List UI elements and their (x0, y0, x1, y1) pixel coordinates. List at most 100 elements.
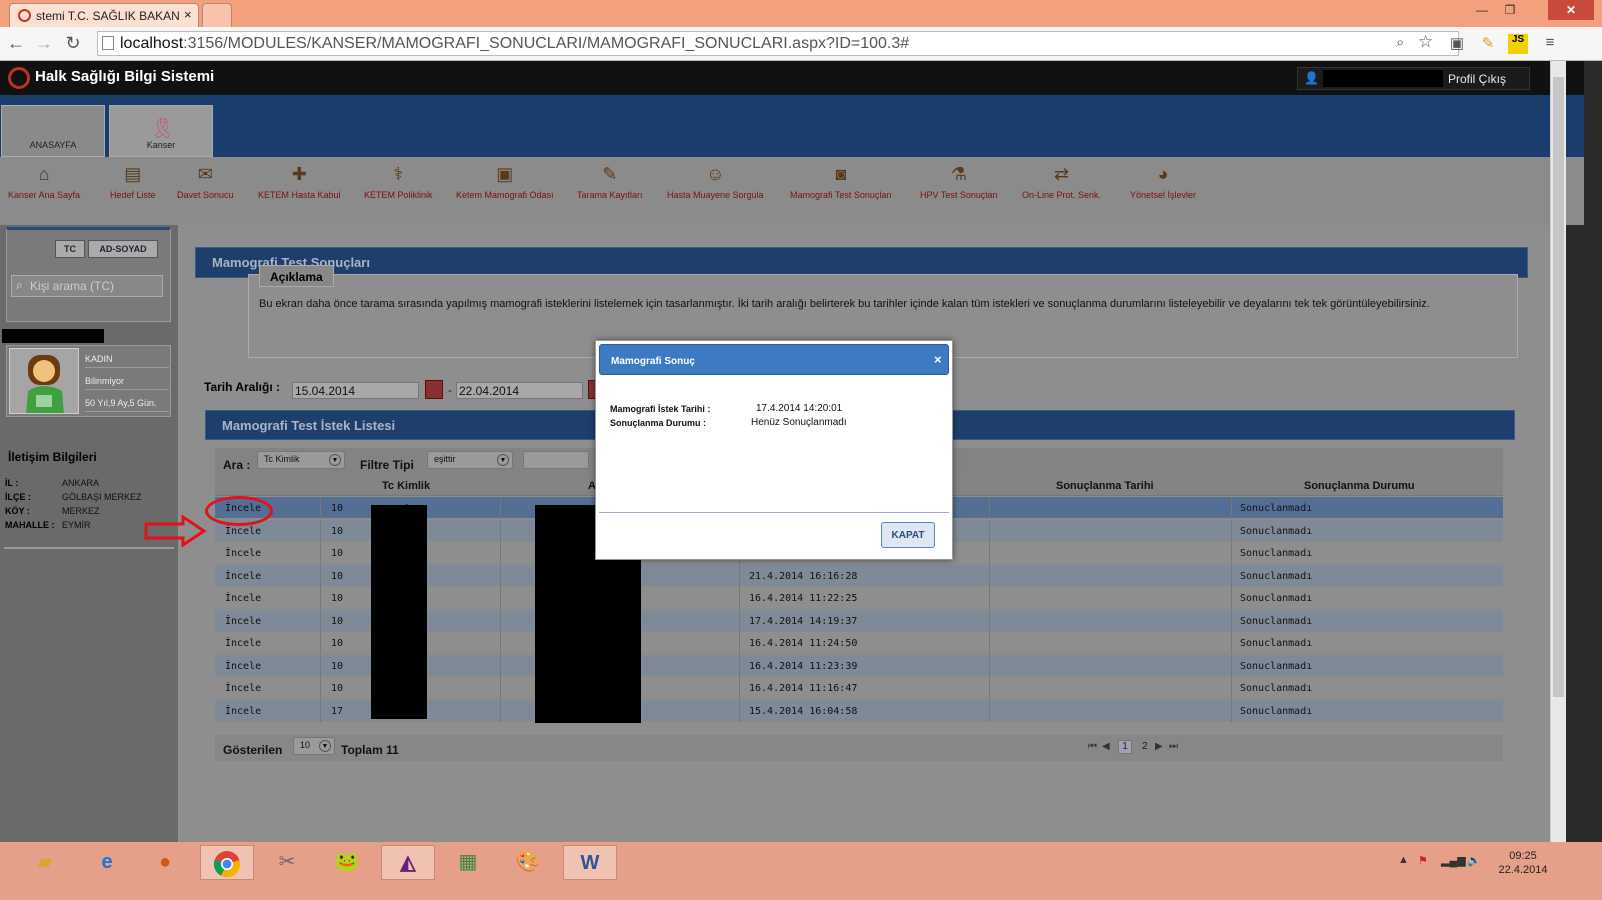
url-input[interactable]: localhost:3156/MODULES/KANSER/MAMOGRAFI_… (97, 31, 1459, 56)
dialog-close-icon[interactable]: × (934, 352, 942, 367)
incele-link[interactable]: İncele (225, 638, 261, 649)
zoom-icon[interactable]: ⌕ (1396, 34, 1404, 51)
tools-icon[interactable]: ✂ (260, 845, 314, 880)
pencil-extension-icon[interactable]: ✎ (1478, 34, 1498, 54)
page-link-1[interactable]: 1 (1118, 740, 1132, 754)
browser-tab-bar: stemi T.C. SAĞLIK BAKAN × — ❐ ✕ (0, 0, 1602, 27)
page-link-2[interactable]: 2 (1142, 741, 1148, 752)
extension-icon[interactable]: ▣ (1447, 34, 1467, 54)
paint-icon[interactable]: 🎨 (501, 845, 555, 880)
toolbar-online-prot-senk[interactable]: ⇄ On-Line Prot. Senk. (1022, 161, 1101, 200)
reload-icon[interactable]: ↻ (62, 33, 84, 54)
chrome-icon[interactable] (200, 845, 254, 880)
page-size-select[interactable]: 10 ▼ (293, 737, 335, 755)
signal-icon[interactable]: ▂▄▆ (1441, 854, 1466, 867)
calendar-icon[interactable] (425, 380, 443, 399)
forward-icon[interactable]: → (33, 33, 55, 54)
toolbar-label: Ketem Mamografi Odası (456, 190, 554, 200)
request-date-cell: 21.4.2014 16:16:28 (749, 571, 858, 582)
toolbar-tarama-kayitlari[interactable]: ✎ Tarama Kayıtları (577, 161, 643, 200)
page-scrollbar[interactable] (1550, 61, 1566, 842)
incele-link[interactable]: İncele (225, 526, 261, 537)
scrollbar-thumb[interactable] (1553, 77, 1564, 697)
column-header-tc[interactable]: Tc Kimlik (382, 480, 430, 492)
toolbar-hedef-liste[interactable]: ▤ Hedef Liste (110, 161, 156, 200)
new-tab-button[interactable] (202, 3, 232, 27)
tab-anasayfa[interactable]: ⌂ ANASAYFA (1, 105, 105, 157)
request-date-cell: 17.4.2014 14:19:37 (749, 616, 858, 627)
search-tab-tc[interactable]: TC (55, 240, 85, 258)
chart-app-icon[interactable]: ▦ (441, 845, 495, 880)
visualstudio-icon[interactable]: ◭ (381, 845, 435, 880)
toolbar-label: KETEM Hasta Kabul (258, 190, 341, 200)
window-close-button[interactable]: ✕ (1548, 0, 1594, 20)
incele-link[interactable]: İncele (225, 548, 261, 559)
module-tabs-band: ⌂ ANASAYFA 🎗 Kanser (0, 95, 1584, 157)
toolbar-mamografi-test-sonuclari[interactable]: ◙ Mamografi Test Sonuçları (790, 161, 892, 200)
date-from-input[interactable]: 15.04.2014 (292, 382, 419, 399)
filter-type-select[interactable]: eşittir ▼ (427, 451, 513, 469)
toolbar-kanser-ana-sayfa[interactable]: ⌂ Kanser Ana Sayfa (8, 161, 80, 200)
tc-kimlik-cell: 10 (331, 526, 344, 537)
tab-kanser[interactable]: 🎗 Kanser (109, 105, 213, 157)
column-divider (739, 700, 740, 722)
first-page-icon[interactable]: ⏮ (1088, 741, 1097, 752)
toolbar-yonetsel-islevler[interactable]: ◕ Yönetsel İşlevler (1130, 161, 1196, 200)
ie-icon[interactable]: e (80, 845, 134, 880)
column-divider (989, 610, 990, 632)
column-header-sonuclanma-tarihi[interactable]: Sonuçlanma Tarihi (1056, 480, 1154, 492)
bookmark-star-icon[interactable]: ☆ (1418, 32, 1433, 52)
tab-close-icon[interactable]: × (184, 7, 192, 22)
status-cell: Sonuclanmadı (1240, 548, 1313, 559)
window-minimize-button[interactable]: — (1468, 0, 1496, 20)
column-header-sonuclanma-durumu[interactable]: Sonuçlanma Durumu (1304, 480, 1415, 492)
incele-link[interactable]: İncele (225, 661, 261, 672)
tray-expand-icon[interactable]: ▲ (1398, 854, 1409, 866)
person-search-input[interactable]: ⌕ Kişi arama (TC) (11, 275, 163, 297)
search-field-select[interactable]: Tc Kimlik ▼ (257, 451, 345, 469)
toolbar-davet-sonucu[interactable]: ✉ Davet Sonucu (177, 161, 234, 200)
browser-tab-active[interactable]: stemi T.C. SAĞLIK BAKAN × (9, 3, 199, 27)
filter-value-input[interactable] (523, 451, 589, 469)
envelope-icon: ✉ (197, 164, 213, 184)
column-divider (989, 632, 990, 654)
word-icon[interactable]: W (563, 845, 617, 880)
incele-link[interactable]: İncele (225, 571, 261, 582)
incele-link[interactable]: İncele (225, 706, 261, 717)
firefox-icon[interactable]: ● (138, 845, 192, 880)
menu-icon[interactable]: ≡ (1540, 34, 1560, 54)
close-button[interactable]: KAPAT (881, 522, 935, 548)
column-divider (320, 632, 321, 654)
incele-link[interactable]: İncele (225, 616, 261, 627)
prev-page-icon[interactable]: ◀ (1102, 741, 1110, 752)
toolbar-hpv-test-sonuclari[interactable]: ⚗ HPV Test Sonuçları (920, 161, 998, 200)
clock[interactable]: 09:25 22.4.2014 (1493, 849, 1553, 877)
column-divider (500, 610, 501, 632)
back-icon[interactable]: ← (5, 33, 27, 54)
window-maximize-button[interactable]: ❐ (1496, 0, 1524, 20)
date-separator: - (448, 383, 452, 397)
column-divider (1231, 520, 1232, 542)
js-extension-icon[interactable]: JS (1508, 34, 1528, 54)
next-page-icon[interactable]: ▶ (1155, 741, 1163, 752)
column-divider (1231, 677, 1232, 699)
toolbar-ketem-poliklinik[interactable]: ⚕ KETEM Poliklinik (364, 161, 433, 200)
status-cell: Sonuclanmadı (1240, 706, 1313, 717)
incele-link[interactable]: İncele (225, 593, 261, 604)
status-cell: Sonuclanmadı (1240, 616, 1313, 627)
flag-icon[interactable]: ⚑ (1418, 854, 1428, 867)
toolbar-ketem-mamografi-odasi[interactable]: ▣ Ketem Mamografi Odası (456, 161, 554, 200)
status-cell: Sonuclanmadı (1240, 526, 1313, 537)
last-page-icon[interactable]: ⏭ (1169, 741, 1178, 752)
date-to-input[interactable]: 22.04.2014 (456, 382, 583, 399)
incele-link[interactable]: İncele (225, 683, 261, 694)
toolbar-hasta-muayene-sorgula[interactable]: ☺ Hasta Muayene Sorgula (667, 161, 764, 200)
frog-icon[interactable]: 🐸 (320, 845, 374, 880)
folder-icon[interactable]: ▰ (18, 845, 72, 880)
toolbar-ketem-hasta-kabul[interactable]: ✚ KETEM Hasta Kabul (258, 161, 341, 200)
profile-logout-links[interactable]: Profil Çıkış (1448, 72, 1506, 86)
volume-icon[interactable]: 🔈 (1467, 854, 1481, 867)
address-key: İL : (5, 478, 19, 488)
search-tab-ad-soyad[interactable]: AD-SOYAD (88, 240, 158, 258)
column-divider (500, 632, 501, 654)
